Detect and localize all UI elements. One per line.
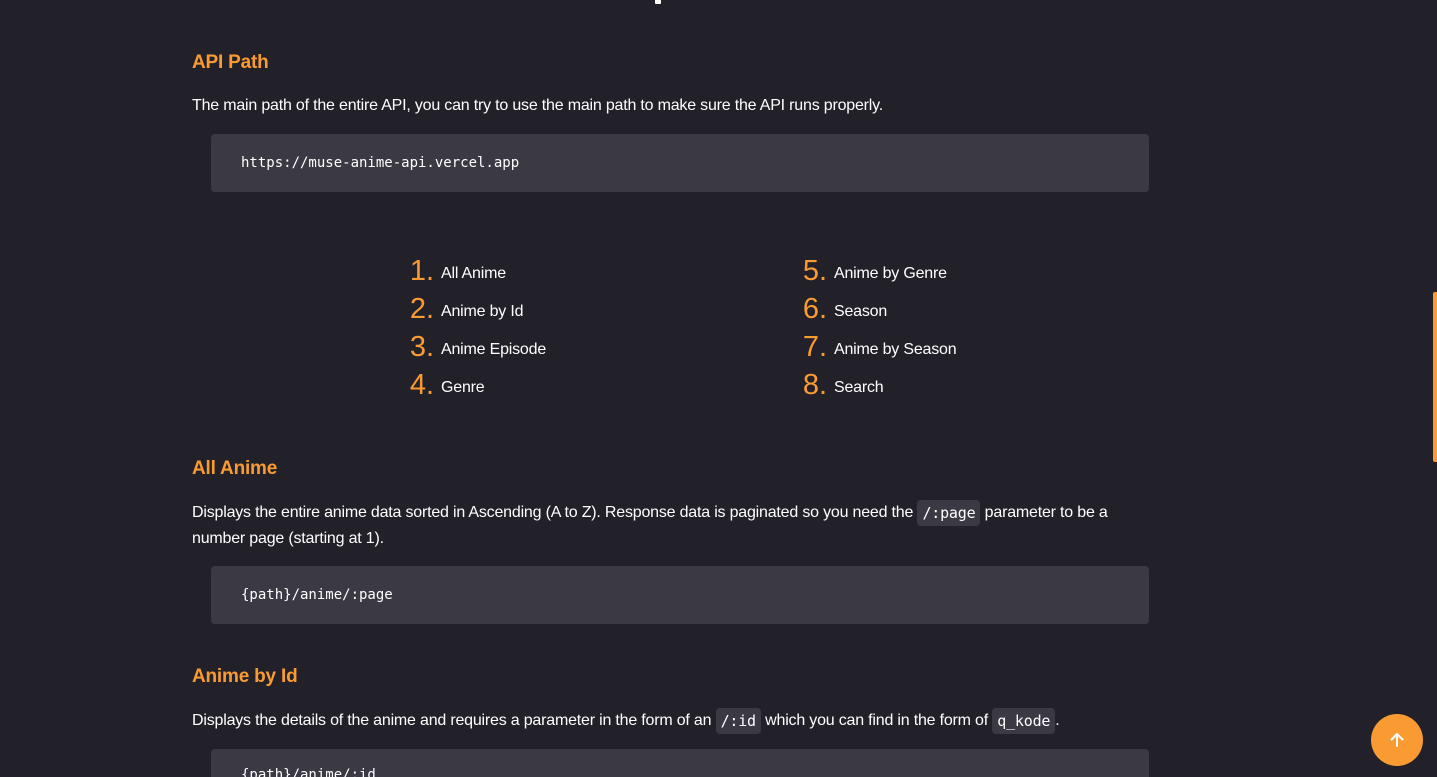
heading-fragment (655, 0, 661, 4)
inline-code-q-kode: q_kode (992, 708, 1056, 734)
list-number: 6. (802, 293, 827, 325)
list-number: 7. (802, 331, 827, 363)
section-description-all-anime: Displays the entire anime data sorted in… (192, 500, 1152, 551)
endpoint-link-anime-episode[interactable]: 3. Anime Episode (410, 328, 547, 366)
inline-code-page-param: /:page (917, 500, 981, 526)
list-number: 3. (409, 331, 434, 363)
description-text: Displays the entire anime data sorted in… (192, 504, 918, 522)
endpoint-label: Anime Episode (441, 341, 547, 358)
endpoint-link-season[interactable]: 6. Season (803, 290, 888, 328)
endpoint-label: Anime by Season (834, 341, 957, 358)
code-text: {path}/anime/:page (241, 587, 393, 603)
endpoint-label: Anime by Id (441, 303, 524, 320)
inline-code-id-param: /:id (715, 708, 761, 734)
docs-page: API Path The main path of the entire API… (0, 0, 1437, 777)
endpoint-link-genre[interactable]: 4. Genre (410, 366, 485, 404)
endpoint-label: All Anime (441, 265, 506, 282)
endpoint-link-anime-by-season[interactable]: 7. Anime by Season (803, 328, 957, 366)
list-number: 5. (802, 255, 827, 287)
section-title-all-anime: All Anime (192, 458, 278, 479)
code-text: {path}/anime/:id (241, 767, 376, 777)
back-to-top-button[interactable] (1371, 714, 1423, 766)
list-number: 4. (409, 369, 434, 401)
code-block-all-anime[interactable]: {path}/anime/:page (211, 566, 1149, 624)
endpoint-list: 1. All Anime 2. Anime by Id 3. Anime Epi… (0, 252, 1437, 412)
code-block-api-path[interactable]: https://muse-anime-api.vercel.app (211, 134, 1149, 192)
endpoint-label: Search (834, 379, 884, 396)
section-description-anime-by-id: Displays the details of the anime and re… (192, 708, 1152, 734)
description-text: . (1055, 712, 1060, 730)
endpoint-link-anime-by-genre[interactable]: 5. Anime by Genre (803, 252, 947, 290)
endpoint-label: Anime by Genre (834, 265, 947, 282)
arrow-up-icon (1390, 733, 1404, 747)
list-number: 1. (409, 255, 434, 287)
description-text: which you can find in the form of (760, 712, 993, 730)
endpoint-label: Season (834, 303, 888, 320)
code-text: https://muse-anime-api.vercel.app (241, 155, 520, 171)
endpoint-label: Genre (441, 379, 485, 396)
section-title-api-path: API Path (192, 52, 269, 73)
endpoint-link-anime-by-id[interactable]: 2. Anime by Id (410, 290, 524, 328)
section-description-api-path: The main path of the entire API, you can… (192, 97, 884, 114)
list-number: 2. (409, 293, 434, 325)
scrollbar-thumb[interactable] (1433, 292, 1437, 462)
code-block-anime-by-id[interactable]: {path}/anime/:id (211, 749, 1149, 777)
endpoint-link-search[interactable]: 8. Search (803, 366, 884, 404)
description-text: Displays the details of the anime and re… (192, 712, 716, 730)
section-title-anime-by-id: Anime by Id (192, 666, 298, 687)
list-number: 8. (802, 369, 827, 401)
endpoint-link-all-anime[interactable]: 1. All Anime (410, 252, 506, 290)
